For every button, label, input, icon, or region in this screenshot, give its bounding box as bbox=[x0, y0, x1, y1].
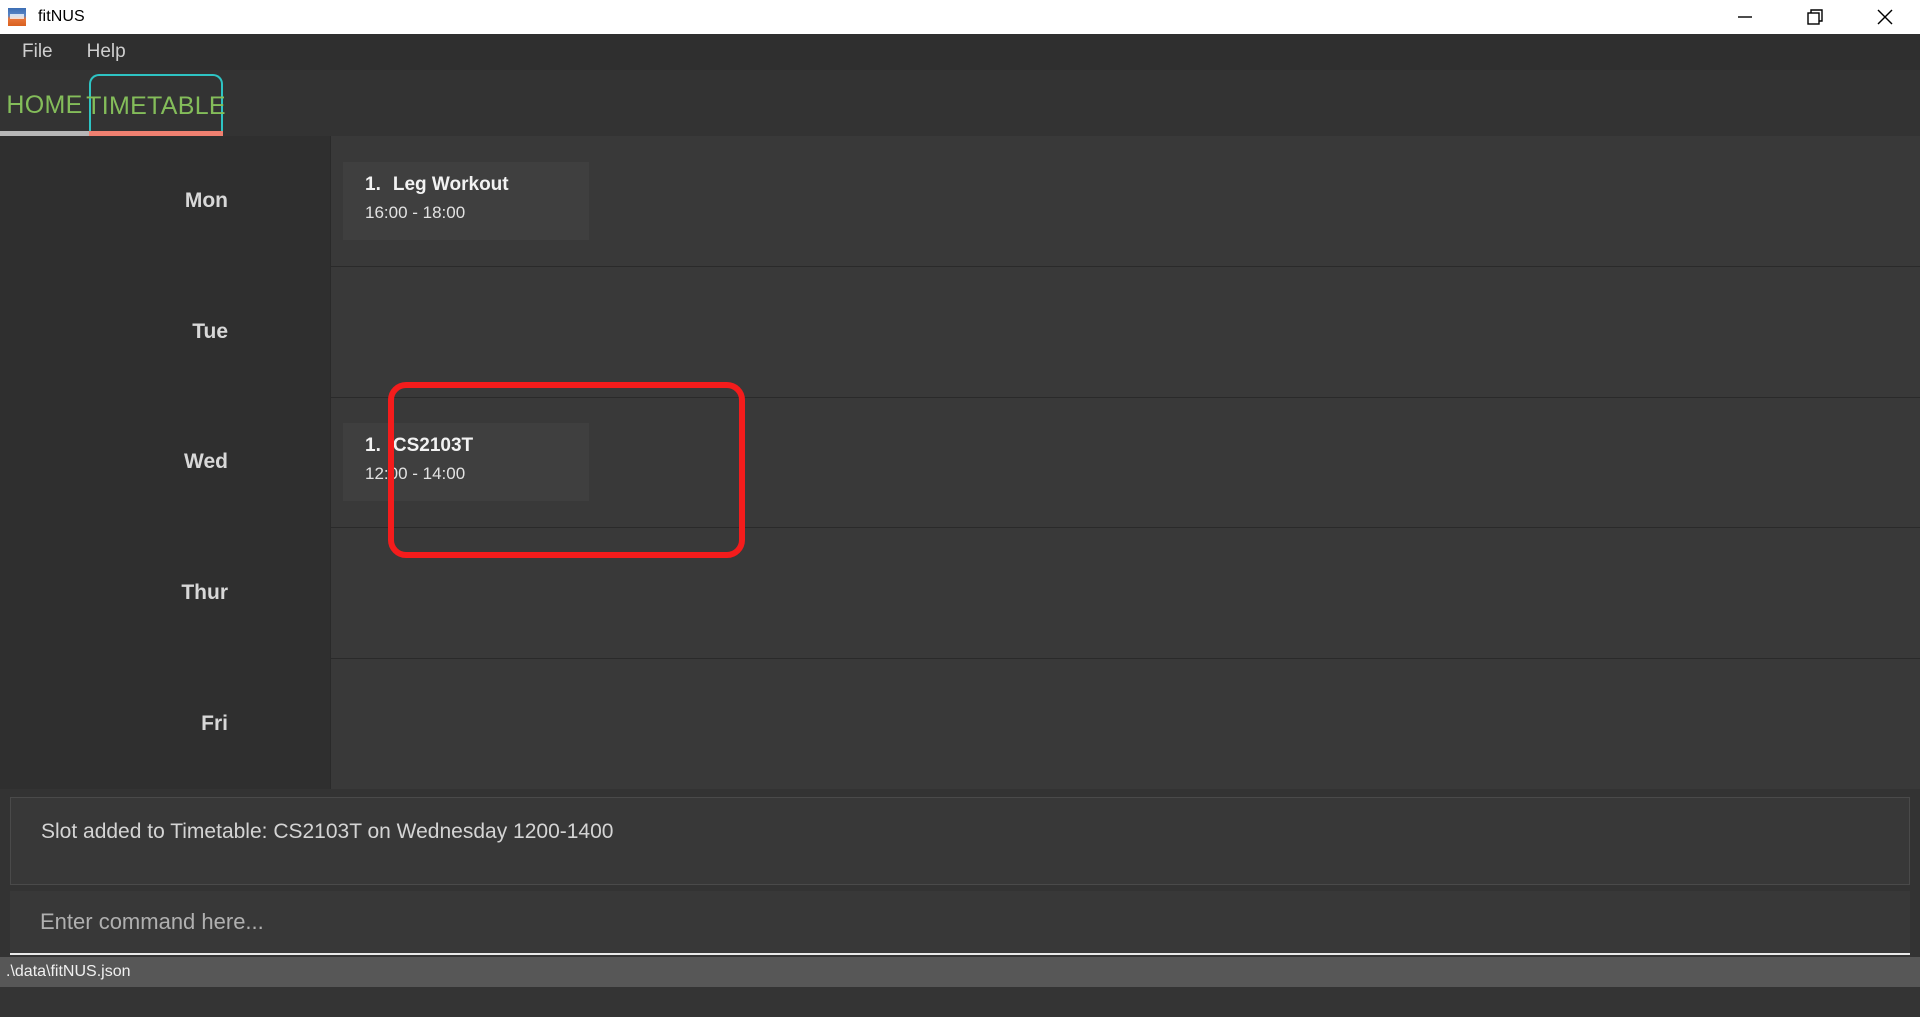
slot-card[interactable]: 1. CS2103T 12:00 - 14:00 bbox=[343, 423, 589, 502]
window-titlebar: fitNUS bbox=[0, 0, 1920, 34]
status-bar: .\data\fitNUS.json bbox=[0, 957, 1920, 987]
day-label-thur: Thur bbox=[0, 528, 330, 659]
timetable-panel: Mon Tue Wed Thur Fri 1. Leg Workout 16:00… bbox=[0, 136, 1920, 789]
close-button[interactable] bbox=[1850, 0, 1920, 34]
tab-home-label: HOME bbox=[6, 90, 83, 119]
close-icon bbox=[1877, 9, 1893, 25]
app-logo-icon bbox=[8, 8, 26, 26]
slot-row-mon: 1. Leg Workout 16:00 - 18:00 bbox=[331, 136, 1920, 267]
minimize-button[interactable] bbox=[1710, 0, 1780, 34]
result-display: Slot added to Timetable: CS2103T on Wedn… bbox=[10, 797, 1910, 885]
slot-card-name: CS2103T bbox=[392, 435, 474, 457]
result-display-wrapper: Slot added to Timetable: CS2103T on Wedn… bbox=[0, 789, 1920, 887]
day-label-wed: Wed bbox=[0, 397, 330, 528]
slot-card[interactable]: 1. Leg Workout 16:00 - 18:00 bbox=[343, 161, 589, 240]
slot-card-title: 1. Leg Workout bbox=[365, 174, 589, 196]
day-label-text: Thur bbox=[181, 581, 228, 605]
status-bar-file-path: .\data\fitNUS.json bbox=[6, 963, 131, 980]
slot-card-time: 12:00 - 14:00 bbox=[365, 464, 466, 484]
tab-home[interactable]: HOME bbox=[0, 74, 89, 136]
slot-card-title: 1. CS2103T bbox=[365, 435, 589, 457]
slot-row-tue bbox=[331, 267, 1920, 398]
restore-button[interactable] bbox=[1780, 0, 1850, 34]
slot-card-index: 1. bbox=[365, 435, 381, 457]
result-display-text: Slot added to Timetable: CS2103T on Wedn… bbox=[41, 820, 614, 843]
slot-row-fri bbox=[331, 659, 1920, 789]
menu-item-help[interactable]: Help bbox=[83, 39, 130, 65]
window-title: fitNUS bbox=[38, 8, 85, 25]
minimize-icon bbox=[1738, 16, 1752, 18]
slot-card-index: 1. bbox=[365, 173, 381, 195]
day-label-text: Tue bbox=[192, 319, 228, 343]
command-box[interactable] bbox=[10, 891, 1910, 955]
day-label-mon: Mon bbox=[0, 136, 330, 267]
day-label-fri: Fri bbox=[0, 658, 330, 789]
tab-timetable-label: TIMETABLE bbox=[86, 91, 226, 120]
menu-bar: File Help bbox=[0, 34, 1920, 70]
command-input[interactable] bbox=[40, 909, 1910, 935]
day-label-text: Wed bbox=[184, 450, 228, 474]
slot-column: 1. Leg Workout 16:00 - 18:00 1. CS2103T 12… bbox=[330, 136, 1920, 789]
menu-item-file[interactable]: File bbox=[18, 39, 57, 65]
day-label-column: Mon Tue Wed Thur Fri bbox=[0, 136, 330, 789]
command-box-wrapper bbox=[0, 887, 1920, 957]
slot-card-name: Leg Workout bbox=[392, 173, 509, 195]
slot-row-wed: 1. CS2103T 12:00 - 14:00 bbox=[331, 398, 1920, 529]
tab-bar: HOME TIMETABLE bbox=[0, 70, 1920, 136]
window-controls bbox=[1710, 0, 1920, 34]
day-label-text: Fri bbox=[201, 711, 228, 735]
restore-icon bbox=[1807, 9, 1823, 25]
slot-card-time: 16:00 - 18:00 bbox=[365, 202, 466, 222]
day-label-text: Mon bbox=[184, 189, 228, 213]
day-label-tue: Tue bbox=[0, 267, 330, 398]
tab-timetable[interactable]: TIMETABLE bbox=[86, 74, 226, 136]
slot-row-thur bbox=[331, 528, 1920, 660]
